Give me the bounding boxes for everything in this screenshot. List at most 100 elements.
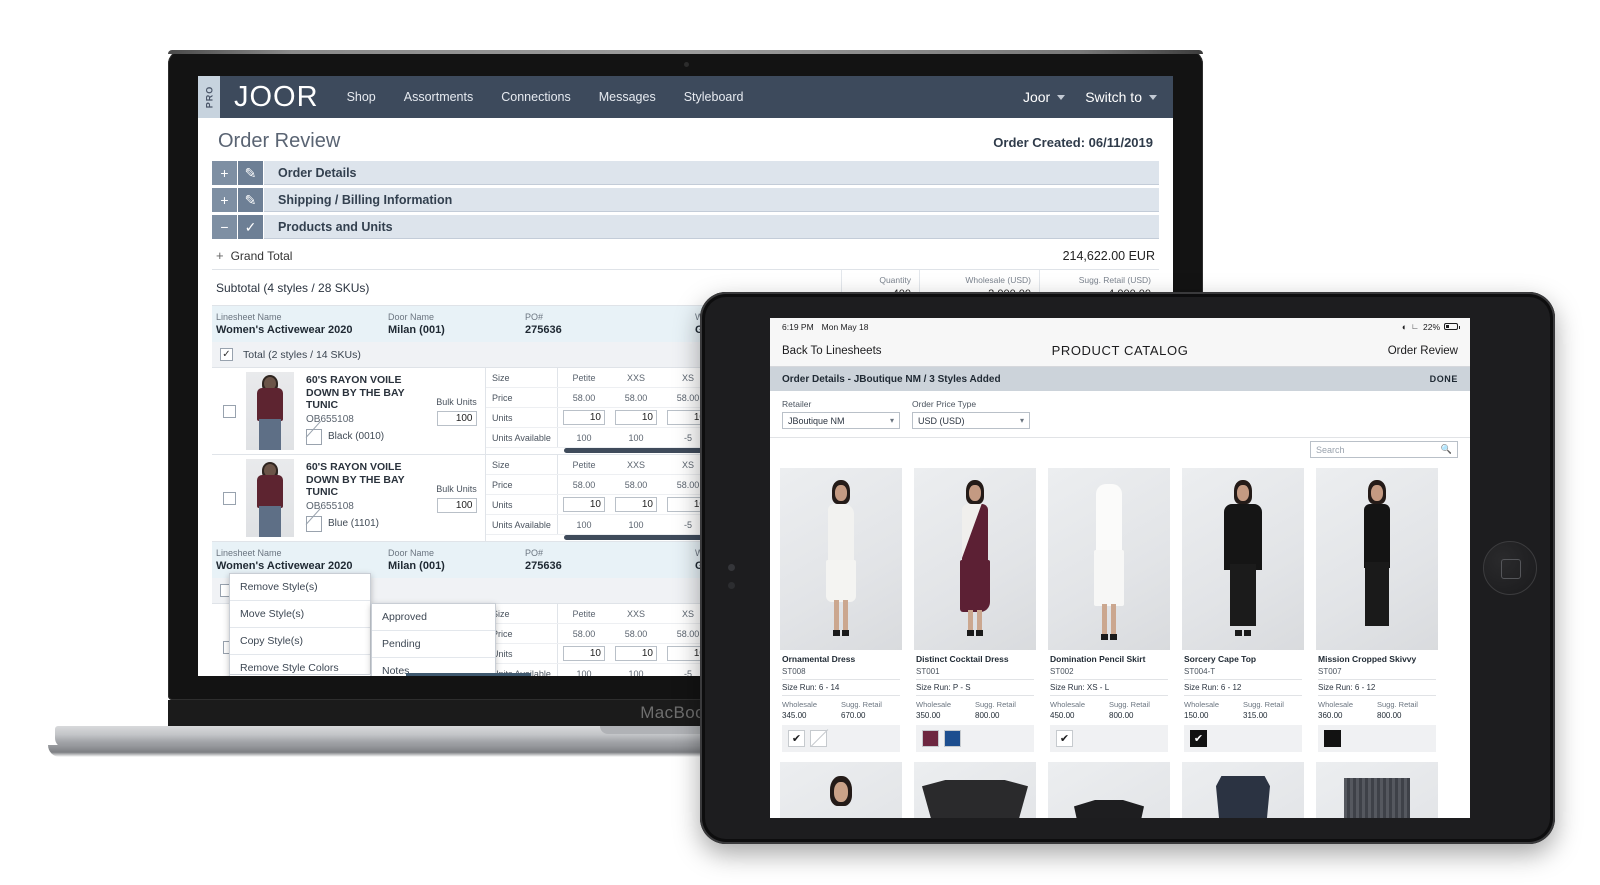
units-row-label: Units	[486, 408, 558, 427]
order-price-type-select[interactable]: USD (USD) ▾	[912, 412, 1030, 429]
color-swatch-selected[interactable]	[1190, 730, 1207, 747]
switch-to-menu[interactable]: Switch to	[1085, 89, 1157, 105]
product-card[interactable]: Ornamental Dress ST008 Size Run: 6 - 14 …	[780, 468, 902, 752]
product-card[interactable]	[1182, 762, 1304, 818]
accordion-label: Order Details	[264, 161, 1159, 185]
garment-top	[1364, 504, 1390, 568]
product-image[interactable]	[1316, 762, 1438, 818]
color-swatch-icon[interactable]	[810, 730, 827, 747]
model-shoe	[842, 630, 849, 636]
accordion-shipping-billing[interactable]: + ✎ Shipping / Billing Information	[212, 188, 1159, 212]
color-swatch-icon[interactable]	[922, 730, 939, 747]
search-input[interactable]: Search 🔍	[1310, 441, 1458, 458]
nav-item-messages[interactable]: Messages	[599, 90, 656, 104]
select-all-checkbox[interactable]: ✓	[220, 348, 233, 361]
model-figure	[811, 480, 871, 640]
product-image[interactable]	[1316, 468, 1438, 650]
ipad-home-button[interactable]	[1483, 541, 1537, 595]
color-swatch-icon[interactable]	[306, 428, 322, 445]
nav-item-assortments[interactable]: Assortments	[404, 90, 473, 104]
product-card[interactable]	[1316, 762, 1438, 818]
nav-item-connections[interactable]: Connections	[501, 90, 571, 104]
collapse-icon[interactable]: −	[212, 215, 238, 239]
nav-item-shop[interactable]: Shop	[347, 90, 376, 104]
search-icon[interactable]: 🔍	[1441, 444, 1452, 455]
color-swatch-selected[interactable]	[1056, 730, 1073, 747]
row-checkbox-cell	[212, 455, 246, 541]
product-image[interactable]	[1048, 468, 1170, 650]
pencil-icon[interactable]: ✎	[238, 161, 264, 185]
color-swatch-icon[interactable]	[1324, 730, 1341, 747]
color-swatch-selected[interactable]	[788, 730, 805, 747]
check-icon[interactable]: ✓	[238, 215, 264, 239]
sugg-retail-price: Sugg. Retail 670.00	[841, 700, 900, 720]
product-image[interactable]	[914, 762, 1036, 818]
product-thumbnail[interactable]	[246, 372, 294, 450]
done-button[interactable]: DONE	[1430, 374, 1458, 384]
product-thumbnail-cell	[246, 368, 300, 454]
product-image[interactable]	[914, 468, 1036, 650]
bulk-units-input[interactable]	[436, 410, 477, 426]
order-details-bar: Order Details - JBoutique NM / 3 Styles …	[770, 367, 1470, 391]
bulk-units-input[interactable]	[436, 497, 477, 513]
garment-silhouette	[922, 780, 1028, 818]
submenu-item-approved[interactable]: Approved	[372, 604, 495, 631]
menu-item-copy-styles[interactable]: Copy Style(s)	[230, 628, 370, 655]
color-name: Blue (1101)	[328, 518, 379, 529]
accordion-products-units[interactable]: − ✓ Products and Units	[212, 215, 1159, 239]
joor-logo[interactable]: JOOR	[220, 81, 337, 114]
model-leg	[834, 600, 839, 632]
menu-item-remove-styles[interactable]: Remove Style(s)	[230, 574, 370, 601]
product-card[interactable]: Domination Pencil Skirt ST002 Size Run: …	[1048, 468, 1170, 752]
product-image[interactable]	[1048, 762, 1170, 818]
model-leg	[977, 610, 982, 632]
garment-bottom	[1094, 550, 1124, 606]
nav-item-styleboard[interactable]: Styleboard	[684, 90, 744, 104]
actions-dropdown[interactable]: Actions	[229, 674, 371, 676]
add-more-styles-button[interactable]: Add More Styles	[406, 673, 531, 676]
account-menu[interactable]: Joor	[1023, 89, 1066, 105]
model-figure	[1079, 484, 1139, 644]
menu-item-remove-style-colors[interactable]: Remove Style Colors with No Quantities	[230, 655, 370, 676]
units-row-label: Units	[486, 495, 558, 514]
product-image[interactable]	[780, 762, 902, 818]
row-checkbox[interactable]	[222, 404, 236, 418]
product-card[interactable]	[780, 762, 902, 818]
retailer-select[interactable]: JBoutique NM ▾	[782, 412, 900, 429]
units-input[interactable]	[615, 497, 657, 512]
units-input[interactable]	[563, 646, 605, 661]
product-image[interactable]	[780, 468, 902, 650]
units-input[interactable]	[563, 497, 605, 512]
product-prices: Wholesale 350.00 Sugg. Retail 800.00	[916, 696, 1034, 725]
pencil-icon[interactable]: ✎	[238, 188, 264, 212]
product-card[interactable]: Sorcery Cape Top ST004-T Size Run: 6 - 1…	[1182, 468, 1304, 752]
row-checkbox[interactable]	[222, 491, 236, 505]
expand-icon[interactable]: +	[212, 188, 238, 212]
product-card[interactable]: Distinct Cocktail Dress ST001 Size Run: …	[914, 468, 1036, 752]
product-thumbnail[interactable]	[246, 459, 294, 537]
accordion-order-details[interactable]: + ✎ Order Details	[212, 161, 1159, 185]
product-card[interactable]	[914, 762, 1036, 818]
expand-icon[interactable]: +	[212, 161, 238, 185]
plus-icon[interactable]: +	[216, 248, 224, 263]
product-card[interactable]: Mission Cropped Skivvy ST007 Size Run: 6…	[1316, 468, 1438, 752]
units-input[interactable]	[563, 410, 605, 425]
chevron-down-icon: ▾	[1019, 416, 1024, 425]
product-image[interactable]	[1182, 468, 1304, 650]
menu-item-move-styles[interactable]: Move Style(s)	[230, 601, 370, 628]
units-input[interactable]	[615, 410, 657, 425]
color-swatch-icon[interactable]	[944, 730, 961, 747]
submenu-item-pending[interactable]: Pending	[372, 631, 495, 658]
product-image[interactable]	[1182, 762, 1304, 818]
sugg-retail-value: 315.00	[1243, 711, 1268, 720]
order-details-label: Order Details - JBoutique NM / 3 Styles …	[782, 373, 1001, 385]
units-input[interactable]	[615, 646, 657, 661]
color-swatches	[1318, 725, 1436, 752]
color-swatch-icon[interactable]	[306, 515, 322, 532]
product-card[interactable]	[1048, 762, 1170, 818]
grand-total-row[interactable]: + Grand Total 214,622.00 EUR	[212, 242, 1159, 270]
order-review-button[interactable]: Order Review	[1388, 345, 1458, 357]
model-shoe	[976, 630, 983, 636]
garment-silhouette	[1216, 776, 1270, 818]
status-right-group: ◐ ∟ 22%	[1402, 322, 1460, 332]
